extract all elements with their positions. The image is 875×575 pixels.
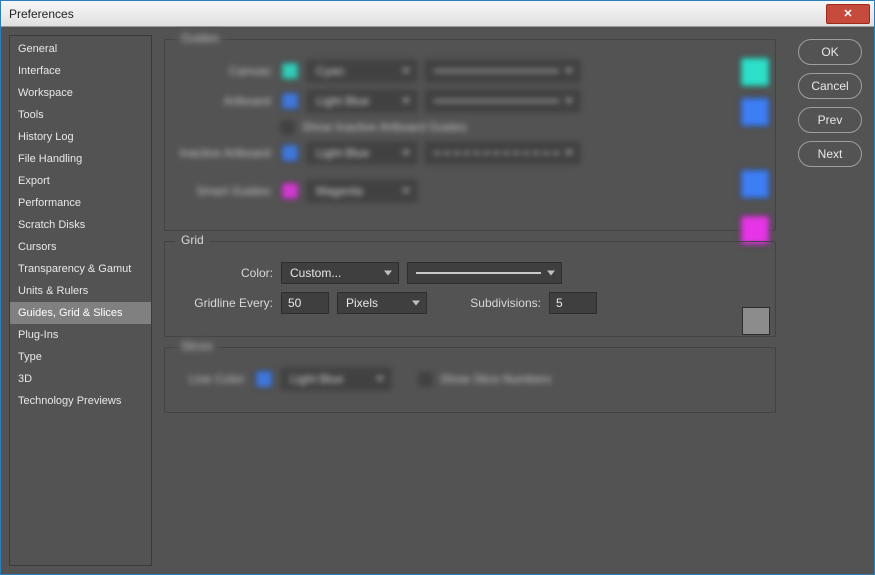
- show-slice-numbers-label: Show Slice Numbers: [440, 372, 551, 386]
- slices-line-color-select[interactable]: Light Blue: [281, 368, 391, 390]
- guides-canvas-row: Canvas: Cyan: [177, 60, 763, 82]
- slices-line-swatch[interactable]: [255, 370, 273, 388]
- grid-color-swatch[interactable]: [742, 307, 770, 335]
- guides-inactive-label: Inactive Artboard:: [177, 146, 273, 160]
- guides-inactive-style-select[interactable]: [425, 142, 580, 164]
- grid-style-select[interactable]: [407, 262, 562, 284]
- sidebar-item-plug-ins[interactable]: Plug-Ins: [10, 324, 151, 346]
- show-inactive-label: Show Inactive Artboard Guides: [302, 120, 467, 134]
- sidebar-item-scratch-disks[interactable]: Scratch Disks: [10, 214, 151, 236]
- guides-show-inactive-row: Show Inactive Artboard Guides: [281, 120, 763, 134]
- slices-line-color-label: Line Color:: [177, 372, 247, 386]
- titlebar: Preferences ✕: [1, 1, 874, 27]
- sidebar: GeneralInterfaceWorkspaceToolsHistory Lo…: [9, 35, 152, 566]
- line-solid-icon: [416, 272, 541, 274]
- grid-title: Grid: [175, 233, 210, 247]
- guides-artboard-swatch[interactable]: [281, 92, 299, 110]
- guides-canvas-color-select[interactable]: Cyan: [307, 60, 417, 82]
- sidebar-item-interface[interactable]: Interface: [10, 60, 151, 82]
- sidebar-item-file-handling[interactable]: File Handling: [10, 148, 151, 170]
- artboard-big-swatch[interactable]: [740, 97, 770, 127]
- grid-color-select[interactable]: Custom...: [281, 262, 399, 284]
- cancel-button[interactable]: Cancel: [798, 73, 862, 99]
- guides-inactive-swatch[interactable]: [281, 144, 299, 162]
- sidebar-item-tools[interactable]: Tools: [10, 104, 151, 126]
- close-icon: ✕: [843, 7, 852, 20]
- sidebar-item-performance[interactable]: Performance: [10, 192, 151, 214]
- inactive-big-swatch[interactable]: [740, 169, 770, 199]
- slices-row: Line Color: Light Blue Show Slice Number…: [177, 368, 763, 390]
- guides-artboard-row: Artboard: Light Blue: [177, 90, 763, 112]
- grid-section: Grid Color: Custom... Gridline Every: 50…: [164, 241, 776, 337]
- guides-artboard-color-select[interactable]: Light Blue: [307, 90, 417, 112]
- guides-smart-label: Smart Guides:: [177, 184, 273, 198]
- sidebar-item-3d[interactable]: 3D: [10, 368, 151, 390]
- slices-section: Slices Line Color: Light Blue Show Slice…: [164, 347, 776, 413]
- sidebar-item-transparency-gamut[interactable]: Transparency & Gamut: [10, 258, 151, 280]
- guides-canvas-swatch[interactable]: [281, 62, 299, 80]
- grid-color-row: Color: Custom...: [177, 262, 763, 284]
- guides-artboard-style-select[interactable]: [425, 90, 580, 112]
- sidebar-item-history-log[interactable]: History Log: [10, 126, 151, 148]
- guides-inactive-row: Inactive Artboard: Light Blue: [177, 142, 763, 164]
- sidebar-item-technology-previews[interactable]: Technology Previews: [10, 390, 151, 412]
- window-title: Preferences: [9, 7, 74, 21]
- sidebar-item-type[interactable]: Type: [10, 346, 151, 368]
- main-panel: OK Cancel Prev Next Guides Canvas: Cyan …: [152, 27, 874, 574]
- preferences-window: Preferences ✕ GeneralInterfaceWorkspaceT…: [0, 0, 875, 575]
- sidebar-item-export[interactable]: Export: [10, 170, 151, 192]
- guides-artboard-label: Artboard:: [177, 94, 273, 108]
- close-button[interactable]: ✕: [826, 4, 870, 24]
- guides-section: Guides Canvas: Cyan Artboard: Light Blue…: [164, 39, 776, 231]
- slices-title: Slices: [175, 339, 219, 353]
- grid-gridline-row: Gridline Every: 50 Pixels Subdivisions: …: [177, 292, 763, 314]
- guides-smart-swatch[interactable]: [281, 182, 299, 200]
- canvas-big-swatch[interactable]: [740, 57, 770, 87]
- gridline-every-label: Gridline Every:: [177, 296, 273, 310]
- sidebar-item-general[interactable]: General: [10, 38, 151, 60]
- sidebar-item-workspace[interactable]: Workspace: [10, 82, 151, 104]
- line-solid-icon: [434, 100, 559, 102]
- sidebar-item-units-rulers[interactable]: Units & Rulers: [10, 280, 151, 302]
- guides-canvas-style-select[interactable]: [425, 60, 580, 82]
- dialog-buttons: OK Cancel Prev Next: [798, 39, 862, 167]
- guides-smart-row: Smart Guides: Magenta: [177, 180, 763, 202]
- guides-canvas-label: Canvas:: [177, 64, 273, 78]
- ok-button[interactable]: OK: [798, 39, 862, 65]
- guides-title: Guides: [175, 31, 225, 45]
- window-body: GeneralInterfaceWorkspaceToolsHistory Lo…: [1, 27, 874, 574]
- sidebar-item-cursors[interactable]: Cursors: [10, 236, 151, 258]
- subdivisions-input[interactable]: 5: [549, 292, 597, 314]
- next-button[interactable]: Next: [798, 141, 862, 167]
- gridline-unit-select[interactable]: Pixels: [337, 292, 427, 314]
- sidebar-item-guides-grid-slices[interactable]: Guides, Grid & Slices: [10, 302, 151, 324]
- subdivisions-label: Subdivisions:: [455, 296, 541, 310]
- gridline-every-input[interactable]: 50: [281, 292, 329, 314]
- grid-color-label: Color:: [177, 266, 273, 280]
- line-solid-icon: [434, 70, 559, 72]
- show-slice-numbers-checkbox[interactable]: [419, 373, 432, 386]
- guides-smart-color-select[interactable]: Magenta: [307, 180, 417, 202]
- line-dashed-icon: [434, 152, 559, 154]
- prev-button[interactable]: Prev: [798, 107, 862, 133]
- guides-inactive-color-select[interactable]: Light Blue: [307, 142, 417, 164]
- show-inactive-checkbox[interactable]: [281, 121, 294, 134]
